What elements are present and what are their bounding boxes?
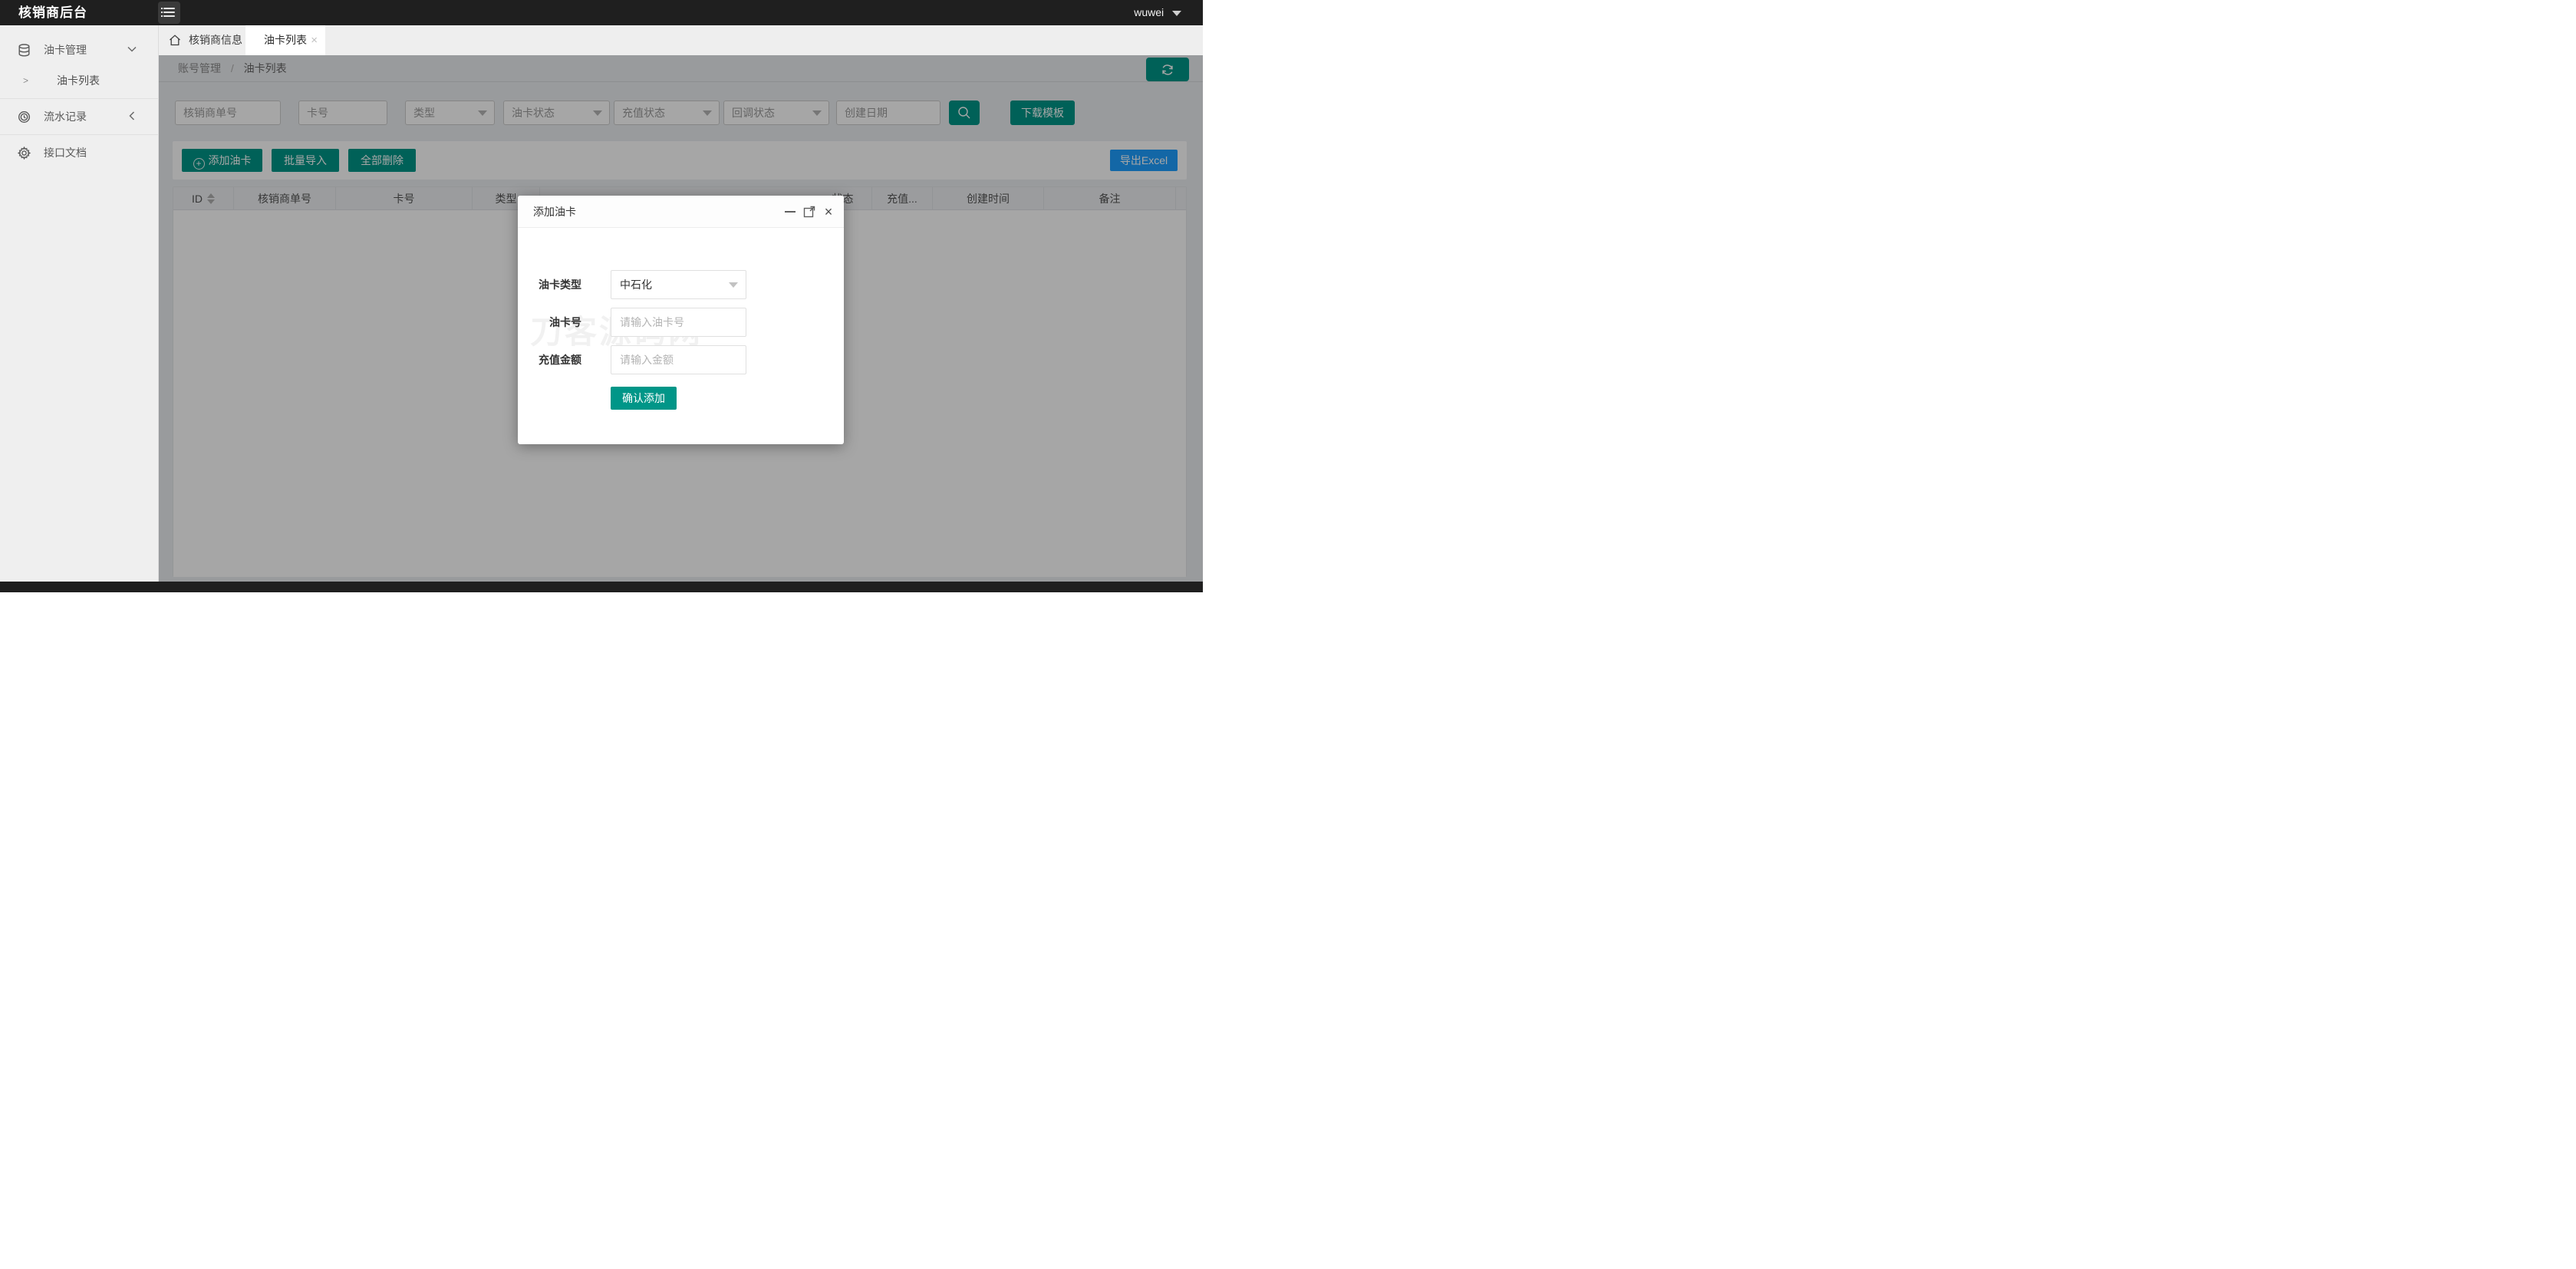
dialog-header[interactable]: 添加油卡 × <box>518 196 844 228</box>
sidebar-subitem-label: 油卡列表 <box>57 74 100 87</box>
tab-fuel-card-list[interactable]: 油卡列表 × <box>245 25 325 55</box>
sidebar-item-label: 流水记录 <box>44 110 87 123</box>
dialog-body: 刀客源码网 油卡类型 中石化 油卡号 充值金额 确认添加 <box>518 228 844 444</box>
amount-field[interactable] <box>611 345 746 374</box>
top-bar: 核销商后台 wuwei <box>0 0 1203 25</box>
chevron-left-icon <box>127 111 137 120</box>
form-row-type: 油卡类型 中石化 <box>518 270 844 299</box>
recharge-amount-input[interactable] <box>611 346 746 374</box>
sidebar-divider <box>0 134 158 135</box>
fuel-card-no-input[interactable] <box>611 308 746 336</box>
tab-label: 核销商信息 <box>189 34 242 46</box>
collapse-menu-button[interactable] <box>158 2 180 24</box>
history-icon <box>18 110 31 124</box>
user-menu[interactable]: wuwei <box>1134 0 1181 25</box>
add-fuel-card-dialog: 添加油卡 × 刀客源码网 油卡类型 中石化 油卡号 <box>518 196 844 444</box>
database-icon <box>18 44 31 57</box>
card-no-field[interactable] <box>611 308 746 337</box>
sidebar-item-transaction-records[interactable]: 流水记录 <box>0 101 158 132</box>
sidebar-item-api-docs[interactable]: 接口文档 <box>0 137 158 168</box>
minimize-button[interactable] <box>784 196 796 228</box>
amount-label: 充值金额 <box>539 354 581 366</box>
maximize-button[interactable] <box>803 196 815 228</box>
submenu-arrow-icon: > <box>23 75 29 86</box>
close-icon: × <box>824 204 833 219</box>
username: wuwei <box>1134 6 1164 18</box>
sidebar-divider <box>0 98 158 99</box>
caret-down-icon <box>1172 10 1181 16</box>
dialog-title: 添加油卡 <box>533 206 576 218</box>
sidebar-item-fuel-card-management[interactable]: 油卡管理 <box>0 35 158 65</box>
fuel-card-type-select[interactable]: 中石化 <box>611 270 746 299</box>
type-label: 油卡类型 <box>539 279 581 291</box>
tab-close-icon[interactable]: × <box>311 25 318 55</box>
tab-label: 油卡列表 <box>264 34 307 46</box>
form-row-amount: 充值金额 <box>518 345 844 374</box>
home-icon <box>169 35 181 46</box>
card-no-label: 油卡号 <box>549 316 581 328</box>
tab-merchant-info[interactable]: 核销商信息 <box>169 25 242 55</box>
caret-down-icon <box>729 282 738 288</box>
app-title: 核销商后台 <box>18 5 87 20</box>
minimize-icon <box>785 211 796 213</box>
sidebar: 油卡管理 > 油卡列表 流水记录 接口文档 <box>0 25 159 582</box>
selected-type-value: 中石化 <box>620 279 652 291</box>
gear-icon <box>18 147 31 160</box>
confirm-add-button[interactable]: 确认添加 <box>611 387 677 410</box>
sidebar-item-fuel-card-list[interactable]: > 油卡列表 <box>0 65 158 96</box>
chevron-down-icon <box>127 44 137 54</box>
sidebar-item-label: 油卡管理 <box>44 44 87 56</box>
sidebar-item-label: 接口文档 <box>44 147 87 159</box>
close-button[interactable]: × <box>822 196 835 228</box>
bottom-bar <box>0 582 1203 592</box>
tab-bar: 核销商信息 油卡列表 × <box>159 25 1203 55</box>
form-row-card-no: 油卡号 <box>518 308 844 337</box>
